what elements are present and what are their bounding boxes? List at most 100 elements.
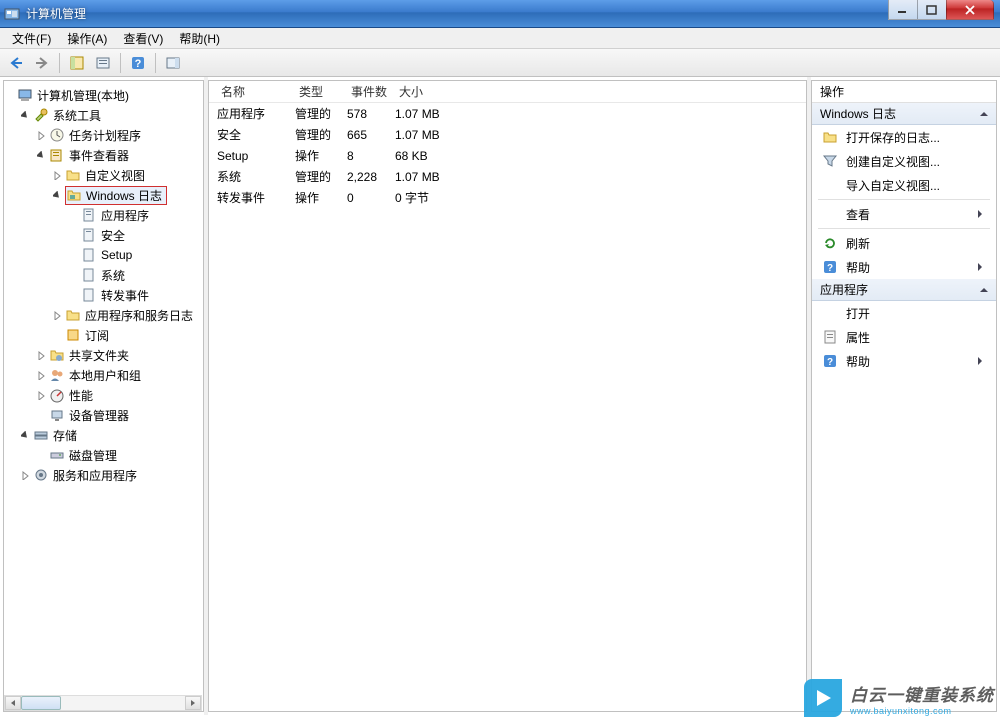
event-viewer-icon — [49, 147, 65, 163]
app-icon — [4, 6, 20, 22]
collapse-icon[interactable] — [36, 150, 47, 161]
cell-count: 8 — [347, 149, 395, 163]
main-area: 计算机管理(本地) 系统工具 任务计划程序 事件查看器 — [0, 77, 1000, 715]
list-row[interactable]: 应用程序管理的5781.07 MB — [209, 103, 806, 124]
tree-disk-mgmt[interactable]: 磁盘管理 — [4, 445, 203, 465]
tree-system[interactable]: 系统 — [4, 265, 203, 285]
col-type[interactable]: 类型 — [295, 83, 347, 100]
collapse-arrow-icon — [980, 284, 988, 292]
tree-system-tools[interactable]: 系统工具 — [4, 105, 203, 125]
tree-event-viewer[interactable]: 事件查看器 — [4, 145, 203, 165]
back-button[interactable] — [4, 51, 28, 75]
menu-action[interactable]: 操作(A) — [59, 28, 115, 49]
submenu-arrow-icon — [978, 263, 986, 271]
tree-task-scheduler[interactable]: 任务计划程序 — [4, 125, 203, 145]
tree-windows-logs[interactable]: Windows 日志 — [4, 185, 203, 205]
action-open[interactable]: 打开 — [812, 301, 996, 325]
scroll-thumb[interactable] — [21, 696, 61, 710]
action-section-application[interactable]: 应用程序 — [812, 279, 996, 301]
action-section-windows-logs[interactable]: Windows 日志 — [812, 103, 996, 125]
tree-device-manager[interactable]: 设备管理器 — [4, 405, 203, 425]
list-row[interactable]: 转发事件操作00 字节 — [209, 187, 806, 208]
open-log-icon — [822, 129, 838, 145]
users-icon — [49, 367, 65, 383]
expand-icon[interactable] — [36, 390, 47, 401]
expand-icon[interactable] — [4, 90, 15, 101]
close-button[interactable] — [946, 0, 994, 20]
svg-text:?: ? — [135, 58, 142, 70]
action-help2[interactable]: ?帮助 — [812, 349, 996, 373]
tree-hscrollbar[interactable] — [4, 695, 202, 711]
clock-icon — [49, 127, 65, 143]
action-pane-button[interactable] — [161, 51, 185, 75]
tree-application[interactable]: 应用程序 — [4, 205, 203, 225]
cell-name: 应用程序 — [217, 105, 295, 122]
cell-type: 管理的 — [295, 105, 347, 122]
collapse-icon[interactable] — [52, 190, 63, 201]
log-icon — [81, 227, 97, 243]
scroll-left-button[interactable] — [5, 696, 21, 710]
cell-name: 转发事件 — [217, 189, 295, 206]
show-hide-tree-button[interactable] — [65, 51, 89, 75]
menu-help[interactable]: 帮助(H) — [171, 28, 228, 49]
properties-button[interactable] — [91, 51, 115, 75]
separator — [155, 53, 156, 73]
cell-size: 0 字节 — [395, 189, 475, 206]
tree-label: Setup — [101, 248, 132, 262]
action-label: 打开 — [846, 305, 870, 322]
tree-label: 转发事件 — [101, 287, 149, 304]
folder-icon — [65, 167, 81, 183]
expand-icon[interactable] — [36, 370, 47, 381]
tree-local-users[interactable]: 本地用户和组 — [4, 365, 203, 385]
minimize-button[interactable] — [888, 0, 918, 20]
list-row[interactable]: 安全管理的6651.07 MB — [209, 124, 806, 145]
tree-label: 应用程序和服务日志 — [85, 307, 193, 324]
action-properties[interactable]: 属性 — [812, 325, 996, 349]
expand-icon[interactable] — [52, 170, 63, 181]
folder-icon — [65, 307, 81, 323]
tree-security[interactable]: 安全 — [4, 225, 203, 245]
menu-view[interactable]: 查看(V) — [115, 28, 171, 49]
menu-file[interactable]: 文件(F) — [4, 28, 59, 49]
tree-shared-folders[interactable]: 共享文件夹 — [4, 345, 203, 365]
help-button[interactable]: ? — [126, 51, 150, 75]
action-label: 帮助 — [846, 259, 870, 276]
action-label: 查看 — [846, 206, 870, 223]
expand-icon[interactable] — [52, 310, 63, 321]
action-create-custom[interactable]: 创建自定义视图... — [812, 149, 996, 173]
tree-forwarded[interactable]: 转发事件 — [4, 285, 203, 305]
storage-icon — [33, 427, 49, 443]
col-size[interactable]: 大小 — [395, 83, 475, 100]
tree-performance[interactable]: 性能 — [4, 385, 203, 405]
collapse-icon[interactable] — [20, 430, 31, 441]
tools-icon — [33, 107, 49, 123]
list-row[interactable]: 系统管理的2,2281.07 MB — [209, 166, 806, 187]
scroll-track[interactable] — [21, 696, 185, 710]
tree-custom-views[interactable]: 自定义视图 — [4, 165, 203, 185]
action-refresh[interactable]: 刷新 — [812, 231, 996, 255]
expand-icon[interactable] — [36, 350, 47, 361]
watermark-badge-icon — [804, 679, 842, 717]
tree-app-service-logs[interactable]: 应用程序和服务日志 — [4, 305, 203, 325]
folder-icon — [66, 187, 82, 203]
forward-button[interactable] — [30, 51, 54, 75]
col-count[interactable]: 事件数 — [347, 83, 395, 100]
action-import-custom[interactable]: 导入自定义视图... — [812, 173, 996, 197]
tree-setup[interactable]: Setup — [4, 245, 203, 265]
scroll-right-button[interactable] — [185, 696, 201, 710]
tree-root[interactable]: 计算机管理(本地) — [4, 85, 203, 105]
action-help[interactable]: ?帮助 — [812, 255, 996, 279]
tree-label: 系统工具 — [53, 107, 101, 124]
tree-subscriptions[interactable]: 订阅 — [4, 325, 203, 345]
collapse-icon[interactable] — [20, 110, 31, 121]
expand-icon[interactable] — [36, 130, 47, 141]
list-row[interactable]: Setup操作868 KB — [209, 145, 806, 166]
maximize-button[interactable] — [917, 0, 947, 20]
expand-icon[interactable] — [20, 470, 31, 481]
tree-services-apps[interactable]: 服务和应用程序 — [4, 465, 203, 485]
action-open-saved[interactable]: 打开保存的日志... — [812, 125, 996, 149]
tree-storage[interactable]: 存储 — [4, 425, 203, 445]
col-name[interactable]: 名称 — [217, 83, 295, 100]
action-view[interactable]: 查看 — [812, 202, 996, 226]
action-label: 打开保存的日志... — [846, 129, 940, 146]
